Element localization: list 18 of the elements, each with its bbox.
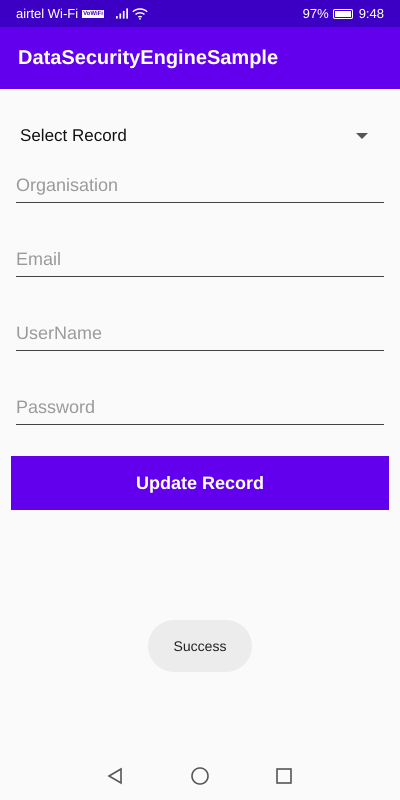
clock: 9:48 xyxy=(358,6,384,21)
input-field[interactable]: UserName xyxy=(16,317,384,351)
wifi-icon xyxy=(132,7,148,20)
back-icon[interactable] xyxy=(107,767,125,785)
app-title: DataSecurityEngineSample xyxy=(18,46,278,70)
update-button[interactable]: Update Record xyxy=(11,456,389,510)
battery-icon xyxy=(332,8,353,18)
carrier-name: airtel Wi-Fi xyxy=(16,6,78,21)
home-icon[interactable] xyxy=(191,767,209,785)
battery-percent: 97% xyxy=(302,6,329,21)
toast-message: Success xyxy=(148,620,252,672)
input-field[interactable]: Password xyxy=(16,391,384,425)
record-dropdown[interactable]: Select Record xyxy=(16,114,384,158)
recents-icon[interactable] xyxy=(275,767,293,785)
signal-icon xyxy=(116,8,128,19)
caret-icon xyxy=(356,133,368,139)
input-field[interactable]: Email xyxy=(16,243,384,277)
input-field[interactable]: Organisation xyxy=(16,169,384,203)
